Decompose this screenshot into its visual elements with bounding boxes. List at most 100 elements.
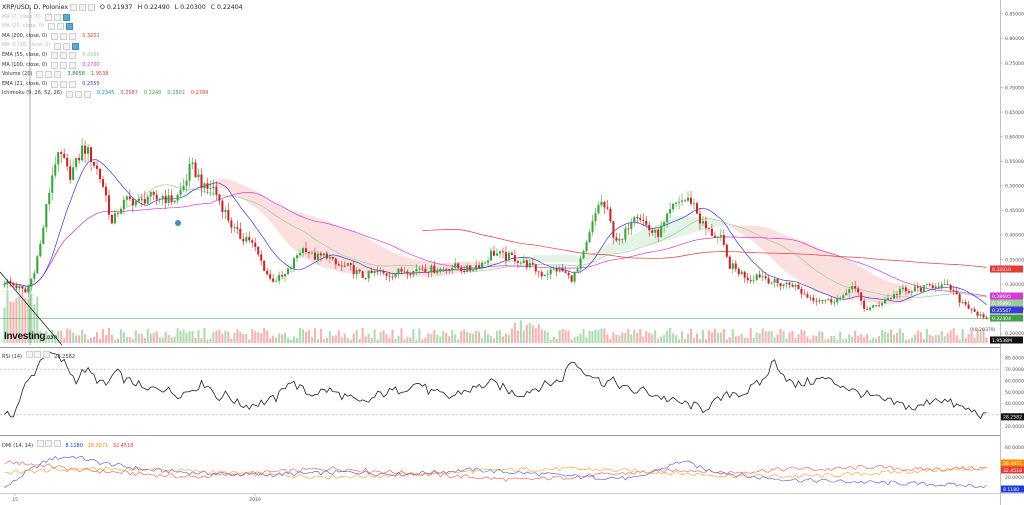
volume-bar [358,338,361,343]
settings-box[interactable] [69,33,77,41]
indicator-row[interactable]: MA (25, close, 0) [2,22,243,32]
settings-box[interactable] [79,4,87,12]
settings-box[interactable] [60,61,68,69]
candle-body [875,305,878,306]
volume-bar [573,336,576,343]
settings-box[interactable] [48,23,56,31]
volume-bar [155,331,158,343]
volume-bar [152,332,155,343]
adx-value: 32.4518 [112,443,134,449]
volume-bar [188,331,191,343]
volume-bar [313,328,316,343]
settings-box[interactable] [51,81,59,89]
candle-body [746,277,749,281]
settings-box[interactable] [51,61,59,69]
volume-bar [248,339,251,343]
settings-box[interactable] [83,90,91,98]
candle-body [152,191,155,195]
settings-box[interactable] [36,71,44,79]
candle-body [48,192,51,205]
volume-bar [472,333,475,343]
settings-box[interactable] [45,71,53,79]
settings-box[interactable] [44,13,52,21]
volume-bar [588,330,591,343]
cloud-segment [798,239,802,283]
volume-bar [827,338,830,343]
settings-box[interactable] [36,440,44,447]
settings-box[interactable] [70,4,78,12]
cloud-segment [607,243,611,255]
indicator-row[interactable]: MA (200, close, 0) 0.3201 [2,32,243,42]
candle-body [534,264,537,272]
settings-box[interactable] [60,52,68,60]
settings-box[interactable] [51,33,59,41]
indicator-row[interactable]: MA (1718, close, 0) [2,41,243,51]
volume-bar [134,330,137,343]
settings-box[interactable] [74,90,82,98]
settings-box[interactable] [62,13,70,21]
settings-box[interactable] [25,351,33,358]
cloud-segment [816,246,820,293]
settings-box[interactable] [53,440,61,447]
settings-box[interactable] [60,81,68,89]
settings-box[interactable] [53,13,61,21]
candle-body [328,256,331,259]
settings-box[interactable] [72,42,80,50]
candle-body [158,199,161,200]
cloud-segment [234,181,238,196]
settings-box[interactable] [34,351,42,358]
volume-bar [355,329,358,343]
candle-body [588,232,591,242]
volume-bar [209,338,212,343]
indicator-row[interactable]: Ichimoku (9, 26, 52, 26) 0.2345 0.2587 0.22… [2,89,243,99]
candle-body [379,270,382,272]
candle-body [418,268,421,270]
settings-box[interactable] [66,23,74,31]
indicator-row[interactable]: Volume (20) 3.8658 1.9538 [2,70,243,80]
settings-box[interactable] [45,440,53,447]
candle-body [740,271,743,274]
settings-box[interactable] [69,81,77,89]
settings-box[interactable] [63,42,71,50]
volume-bar [251,329,254,343]
candle-body [952,290,955,292]
indicator-row[interactable]: MA (100, close, 0) 0.2700 [2,61,243,71]
settings-box[interactable] [54,42,62,50]
candle-body [18,286,21,289]
price-tick-label: 0.30000 [1005,282,1024,288]
volume-bar [72,332,75,343]
candle-body [403,271,406,273]
indicator-row[interactable]: EMA (55, close, 0) 0.2686 [2,51,243,61]
volume-bar [880,330,884,343]
settings-box[interactable] [88,4,96,12]
cloud-segment [801,240,805,285]
indicator-row[interactable]: EMA (21, close, 0) 0.2555 [2,80,243,90]
cloud-segment [264,196,268,219]
dmi-label: DMI (14, 14) [2,443,34,449]
volume-bar [66,328,69,343]
settings-box[interactable] [69,52,77,60]
settings-box[interactable] [57,23,65,31]
volume-bar [943,336,946,343]
cloud-segment [222,178,226,190]
settings-box[interactable] [69,61,77,69]
candle-body [892,294,896,299]
volume-bar [433,330,436,343]
candle-body [275,280,278,282]
settings-box[interactable] [51,52,59,60]
settings-box[interactable] [60,33,68,41]
cloud-segment [676,216,680,238]
settings-box[interactable] [65,90,73,98]
dmi-badge-label: 8.1180 [1003,487,1019,493]
volume-bar [489,336,493,343]
indicator-row[interactable]: MA (7, close, 0) [2,13,243,23]
volume-bar [367,333,370,343]
indicator-value: 0.2700 [82,61,100,68]
volume-bar [448,336,451,343]
settings-box[interactable] [42,351,50,358]
volume-bar [639,329,642,343]
candle-body [576,268,579,272]
candle-body [818,300,821,302]
candle-body [919,287,922,292]
settings-box[interactable] [54,71,62,79]
